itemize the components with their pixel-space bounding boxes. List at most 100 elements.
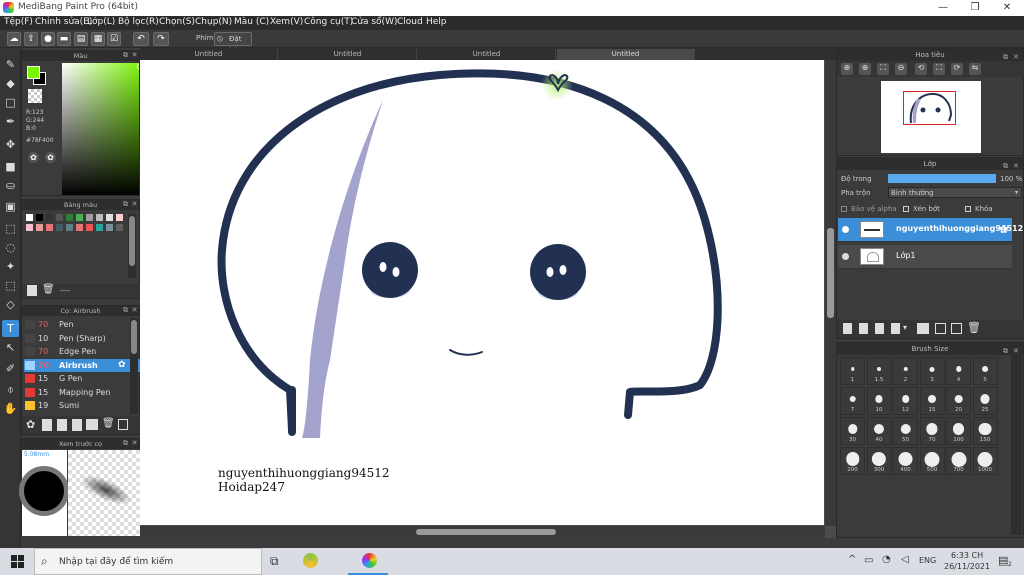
magic-wand-tool-icon[interactable]: ✦ [2,258,19,275]
menu-color[interactable]: Màu (C) [234,17,269,27]
palette-swatch[interactable] [56,214,63,221]
close-icon[interactable]: ✕ [131,440,138,447]
canvas-vscroll-thumb[interactable] [827,228,834,318]
app-taskbar-icon[interactable] [303,553,318,568]
gradient-tool-icon[interactable]: ▣ [2,198,19,215]
menu-edit[interactable]: Chỉnh sửa(E) [35,17,92,27]
transparent-color-swatch[interactable] [28,89,42,103]
tab-untitled-2[interactable]: Untitled [279,49,417,60]
brush-size-cell[interactable]: 30 [840,417,865,445]
saturation-value-picker[interactable] [62,63,139,195]
clipping-checkbox[interactable] [903,206,909,212]
visibility-icon[interactable] [842,253,849,260]
folder-icon[interactable] [86,419,98,430]
message-icon[interactable]: ▬ [57,32,71,46]
language-indicator[interactable]: ENG [919,556,936,565]
menu-help[interactable]: Help [426,17,447,27]
brush-size-cell[interactable]: 50 [893,417,918,445]
copy-brush-icon[interactable] [57,419,67,431]
brush-size-cell[interactable]: 20 [946,387,971,415]
brush-size-cell[interactable]: 200 [840,447,865,475]
palette-swatch[interactable] [36,214,43,221]
brush-item[interactable]: 70 Airbrush ✿ [24,358,147,372]
close-icon[interactable]: ✕ [1013,160,1019,172]
blend-mode-select[interactable]: Bình thường ▾ [888,187,1022,198]
select-pen-tool-icon[interactable]: ⬚ [2,277,19,294]
canvas-hscrollbar[interactable] [140,526,825,538]
canvas-vscrollbar[interactable] [825,60,836,526]
color-wheel-icon[interactable]: ✿ [28,152,39,163]
palette-swatch[interactable] [56,224,63,231]
gear-icon[interactable]: ✿ [999,223,1008,236]
brush-size-cell[interactable]: 15 [919,387,945,415]
menu-snap[interactable]: Chụp(N) [195,17,232,27]
menu-tools[interactable]: Công cụ(T) [304,17,353,27]
brush-size-cell[interactable]: 40 [866,417,892,445]
new-brush-icon[interactable] [42,419,52,431]
redo-icon[interactable]: ↷ [153,32,169,46]
delete-brush-icon[interactable]: 🗑 [102,418,115,429]
palette-swatch[interactable] [66,214,73,221]
brush-item[interactable]: 15 G Pen [24,372,147,385]
menu-filter[interactable]: Bộ lọc(R) [118,17,159,27]
folder-icon[interactable] [917,323,929,334]
merge-layer-icon[interactable] [951,323,962,334]
visibility-icon[interactable] [842,226,849,233]
new-1bit-layer-icon[interactable] [891,323,900,334]
eraser-tool-icon[interactable]: ◆ [2,75,19,92]
tab-untitled-4[interactable]: Untitled [557,49,695,60]
canvas-hscroll-thumb[interactable] [416,529,556,535]
delete-layer-icon[interactable]: 🗑 [967,321,981,334]
new-halftone-layer-icon[interactable] [859,323,868,334]
pen-tool-icon[interactable]: ✒ [2,113,19,130]
zoom-in-icon[interactable]: ⊕ [841,63,853,75]
popout-icon[interactable]: ⧉ [1003,160,1008,172]
delete-palette-icon[interactable]: 🗑 [42,284,55,295]
tab-untitled-1[interactable]: Untitled [140,49,278,60]
brush-size-cell[interactable]: 7 [840,387,865,415]
palette-swatch[interactable] [76,224,83,231]
protect-alpha-checkbox[interactable] [841,206,847,212]
clock-date[interactable]: 26/11/2021 [944,562,990,571]
cloud-icon[interactable]: ☁ [7,32,21,46]
reset-button[interactable]: ⦸ Đặt lại [214,32,252,55]
volume-icon[interactable]: ◁ [901,554,909,565]
palette-swatch[interactable] [26,224,33,231]
add-brush-icon[interactable]: ✿ [26,418,35,431]
hand-tool-icon[interactable]: ✋ [2,400,19,417]
palette-swatch[interactable] [76,214,83,221]
brush-settings-icon[interactable] [72,419,82,431]
brush-size-cell[interactable]: 70 [919,417,945,445]
menu-window[interactable]: Cửa sổ(W) [351,17,397,27]
zoom-in-alt-icon[interactable]: ⊕ [859,63,871,75]
bucket-tool-icon[interactable]: ⛀ [2,177,19,194]
network-icon[interactable]: ◔ [882,554,891,565]
layer-row[interactable]: Lớp1 [838,245,1012,269]
palette-swatch[interactable] [96,214,103,221]
chevron-up-icon[interactable]: ^ [848,554,856,565]
opacity-slider[interactable] [888,174,996,183]
brush-tool-icon[interactable]: ✎ [2,56,19,73]
grid-icon[interactable]: ▦ [91,32,105,46]
close-icon[interactable]: ✕ [131,307,138,314]
palette-swatch[interactable] [116,214,123,221]
menu-view[interactable]: Xem(V) [270,17,303,27]
palette-swatch[interactable] [46,224,53,231]
new-layer-icon[interactable] [843,323,852,334]
text-tool-icon[interactable]: T [2,320,19,337]
move-tool-icon[interactable]: ✥ [2,136,19,153]
brush-size-cell[interactable]: 150 [972,417,998,445]
palette-swatch[interactable] [106,214,113,221]
lasso-tool-icon[interactable]: ◌ [2,239,19,256]
lock-checkbox[interactable] [965,206,971,212]
operation-tool-icon[interactable]: ↖ [2,339,19,356]
close-button[interactable]: ✕ [992,0,1022,16]
brush-size-cell[interactable]: 10 [866,387,892,415]
export-icon[interactable]: ⇪ [24,32,38,46]
brush-size-cell[interactable]: 5 [972,357,998,385]
palette-swatch[interactable] [86,224,93,231]
duplicate-layer-icon[interactable] [935,323,946,334]
brush-size-cell[interactable]: 1000 [972,447,998,475]
brush-scroll-thumb[interactable] [131,320,137,354]
palette-scrollbar[interactable] [128,214,136,278]
